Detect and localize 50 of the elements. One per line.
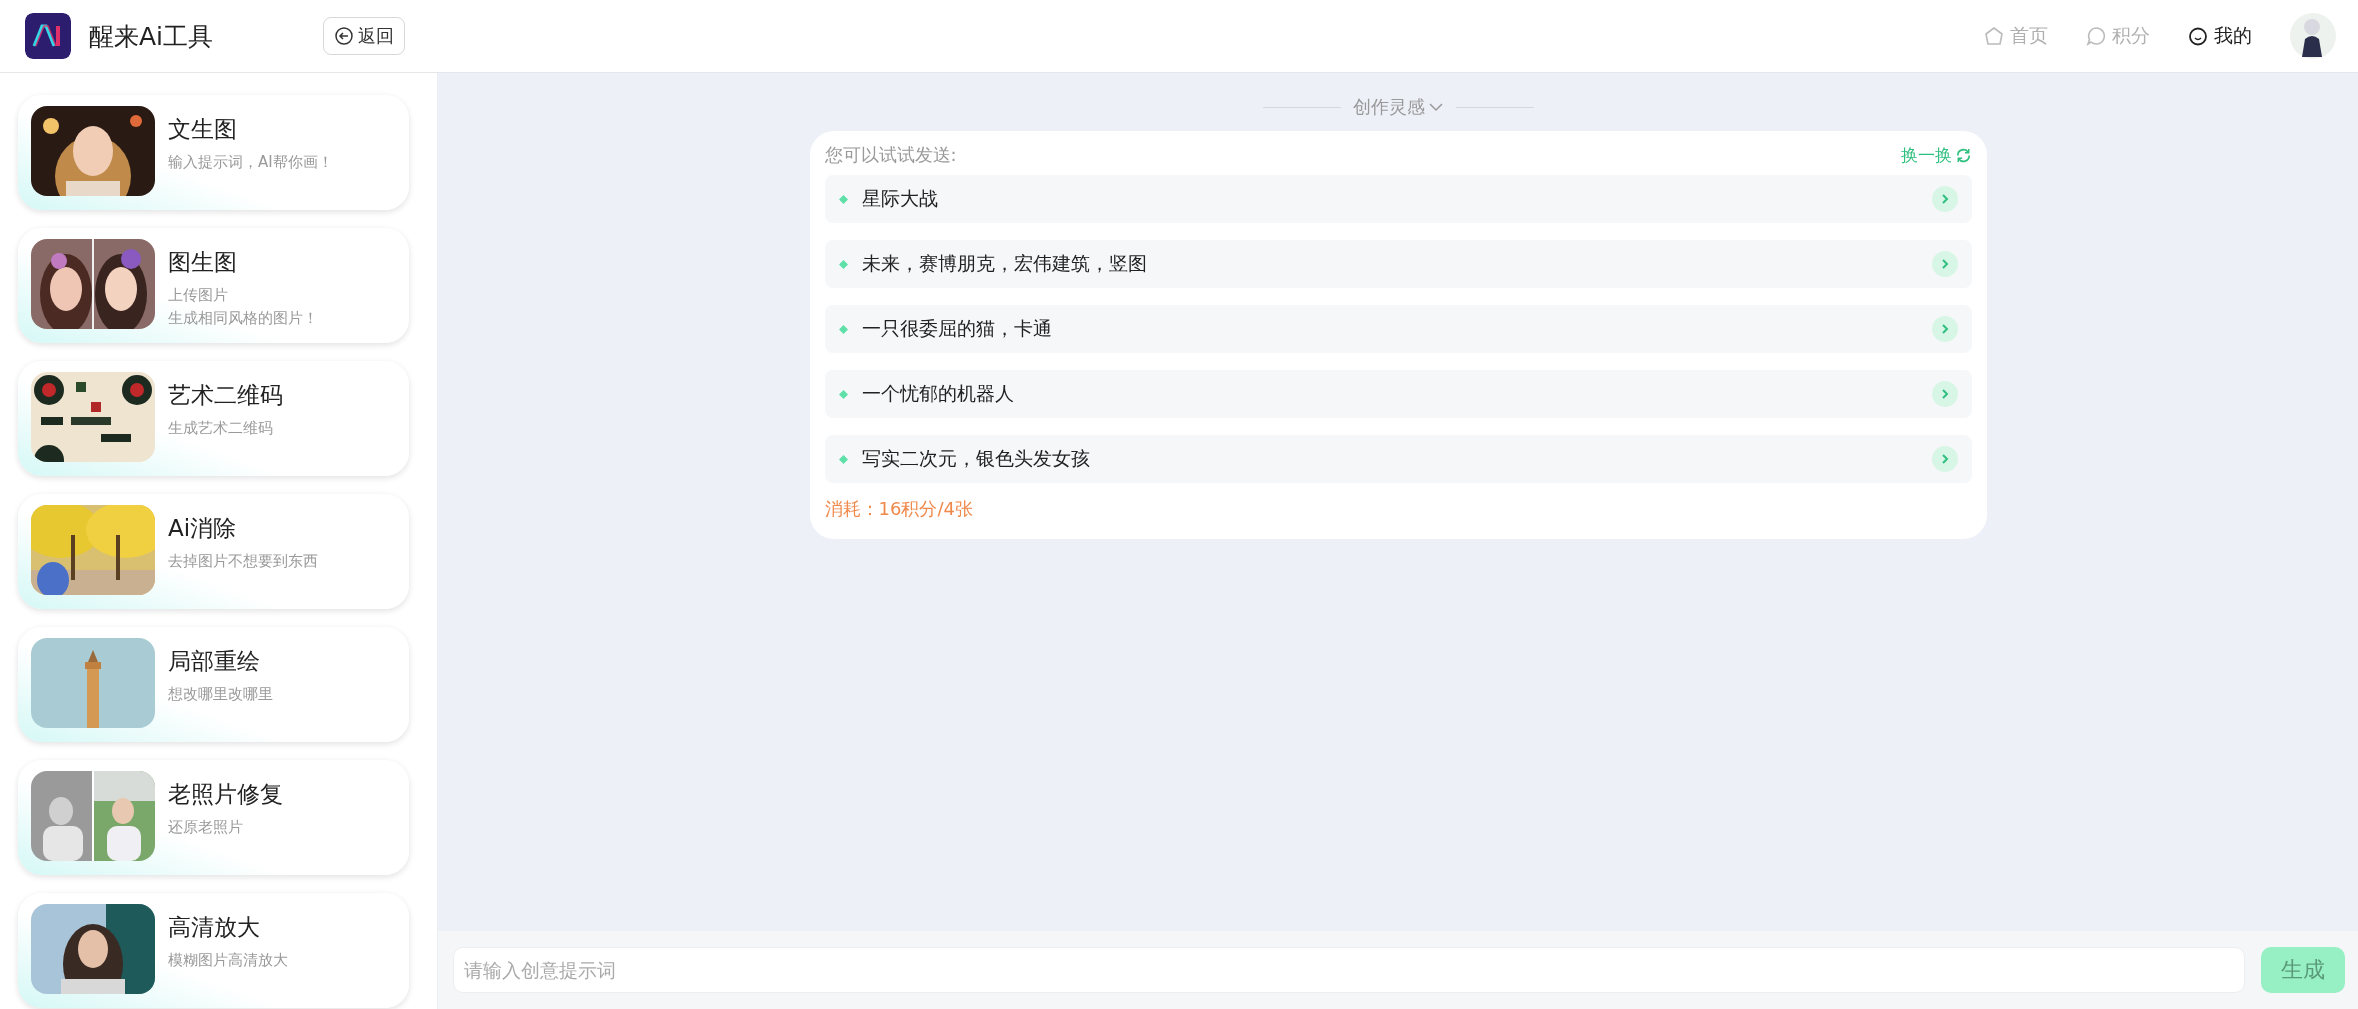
- prompt-input[interactable]: 请输入创意提示词: [453, 947, 2245, 993]
- prompt-label: 您可以试试发送:: [824, 143, 957, 167]
- suggestion-item[interactable]: 一只很委屈的猫，卡通: [824, 305, 1972, 353]
- tool-description: 想改哪里改哪里: [168, 684, 273, 705]
- tool-description: 生成相同风格的图片！: [168, 307, 318, 329]
- diamond-icon: [838, 389, 848, 399]
- diamond-icon: [838, 324, 848, 334]
- tool-card[interactable]: 局部重绘 想改哪里改哪里: [18, 627, 409, 742]
- tool-title: 图生图: [168, 248, 238, 277]
- nav-link[interactable]: 我的: [2188, 23, 2252, 49]
- tool-card[interactable]: 图生图 上传图片 生成相同风格的图片！: [18, 228, 409, 343]
- home-icon: [1984, 26, 2004, 46]
- chevron-icon: [1931, 316, 1958, 342]
- tool-title: 老照片修复: [168, 780, 283, 809]
- suggestion-item[interactable]: 一个忧郁的机器人: [824, 370, 1972, 418]
- chevron-down-icon: [1427, 101, 1444, 113]
- tool-card[interactable]: Ai消除 去掉图片不想要到东西: [18, 494, 409, 609]
- tool-title: Ai消除: [168, 514, 238, 543]
- chevron-icon: [1931, 381, 1958, 407]
- chevron-icon: [1931, 251, 1958, 277]
- chat-bubble-icon: [2086, 26, 2106, 46]
- diamond-icon: [838, 454, 848, 464]
- diamond-icon: [838, 259, 848, 269]
- app-name: 醒来Ai工具: [89, 20, 214, 53]
- tool-card[interactable]: 文生图 输入提示词，AI帮你画！: [18, 95, 409, 210]
- chevron-icon: [1931, 186, 1958, 212]
- back-button[interactable]: 返回: [323, 17, 406, 55]
- tool-card[interactable]: 高清放大 模糊图片高清放大: [18, 893, 409, 1008]
- app-logo: [25, 13, 71, 59]
- avatar[interactable]: [2290, 13, 2336, 59]
- suggestion-item[interactable]: 星际大战: [824, 175, 1972, 223]
- tool-title: 艺术二维码: [168, 381, 283, 410]
- cost-note: 消耗：16积分/4张: [824, 497, 974, 521]
- tool-description: 输入提示词，AI帮你画！: [168, 152, 333, 173]
- tool-description: 去掉图片不想要到东西: [168, 551, 318, 572]
- tool-title: 局部重绘: [168, 647, 261, 676]
- tool-title: 高清放大: [168, 913, 261, 942]
- smiley-icon: [2188, 26, 2208, 46]
- tool-card[interactable]: 老照片修复 还原老照片: [18, 760, 409, 875]
- tool-title: 文生图: [168, 115, 238, 144]
- suggestion-item[interactable]: 未来，赛博朋克，宏伟建筑，竖图: [824, 240, 1972, 288]
- refresh-icon: [1954, 146, 1972, 164]
- suggestion-item[interactable]: 写实二次元，银色头发女孩: [824, 435, 1972, 483]
- tool-description: 模糊图片高清放大: [168, 950, 288, 971]
- diamond-icon: [838, 194, 848, 204]
- tool-card[interactable]: 艺术二维码 生成艺术二维码: [18, 361, 409, 476]
- tool-description: 上传图片: [168, 285, 229, 306]
- tool-description: 生成艺术二维码: [168, 418, 274, 439]
- tool-description: 还原老照片: [168, 817, 244, 838]
- chevron-icon: [1931, 446, 1958, 472]
